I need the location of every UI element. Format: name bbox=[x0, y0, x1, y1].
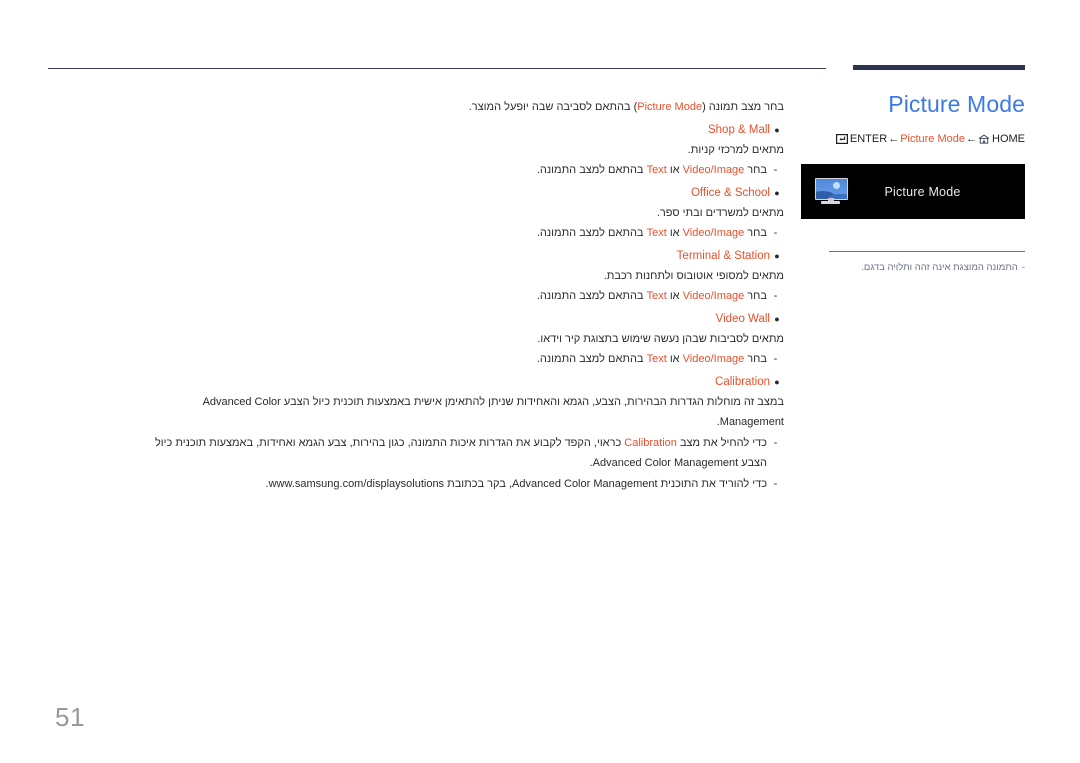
monitor-picture-icon bbox=[815, 178, 848, 205]
intro-after: ) בהתאם לסביבה שבה יופעל המוצר. bbox=[468, 101, 638, 113]
item-title: Office & School bbox=[690, 187, 770, 199]
sub-accent-video-image: Video/Image bbox=[682, 290, 745, 302]
item-subnote: בחר Video/Image או Text בהתאם למצב התמונ… bbox=[537, 160, 767, 180]
bullet-icon: ● bbox=[774, 125, 780, 135]
item-title: Video Wall bbox=[715, 313, 770, 325]
bullet-heading-row: ● Shop & Mall bbox=[148, 120, 784, 140]
sub-after: בהתאם למצב התמונה. bbox=[536, 353, 647, 365]
list-item: ● Shop & Mall מתאים למרכזי קניות. - בחר … bbox=[148, 120, 784, 180]
calibration-para-line1: במצב זה מוחלות הגדרות הבהירות, הצבע, הגמ… bbox=[283, 396, 784, 408]
main-content: בחר מצב תמונה (Picture Mode) בהתאם לסביב… bbox=[148, 97, 784, 494]
sub-after: בהתאם למצב התמונה. bbox=[536, 227, 647, 239]
navigation-path: ENTER←Picture Mode← HOME bbox=[829, 132, 1025, 148]
item-description: מתאים למשרדים ובתי ספר. bbox=[656, 207, 784, 219]
sub-accent-video-image: Video/Image bbox=[682, 353, 745, 365]
bullet-icon: ● bbox=[774, 251, 780, 261]
bullet-icon: ● bbox=[774, 377, 780, 387]
intro-accent-picture-mode: Picture Mode bbox=[637, 101, 703, 113]
cal-sub2-url[interactable]: www.samsung.com/displaysolutions. bbox=[266, 478, 445, 490]
calibration-subnote-1: כדי להחיל את מצב Calibration כראוי, הקפד… bbox=[148, 433, 767, 473]
sub-dash-icon: - bbox=[773, 227, 778, 239]
note-text: התמונה המוצגת אינה זהה ותלויה בדגם. bbox=[861, 262, 1018, 273]
list-item: ● Office & School מתאים למשרדים ובתי ספר… bbox=[148, 183, 784, 243]
intro-before: בחר מצב תמונה ( bbox=[702, 101, 784, 113]
calibration-paragraph: במצב זה מוחלות הגדרות הבהירות, הצבע, הגמ… bbox=[148, 392, 784, 432]
page-number: 51 bbox=[55, 702, 85, 732]
sub-dash-icon: - bbox=[773, 164, 778, 176]
sub-dash-icon: - bbox=[773, 353, 778, 365]
sub-before: בחר bbox=[744, 164, 767, 176]
sub-after: בהתאם למצב התמונה. bbox=[536, 164, 647, 176]
item-title: Calibration bbox=[715, 376, 770, 388]
note-divider bbox=[829, 251, 1025, 252]
nav-middle-label: Picture Mode bbox=[900, 133, 965, 145]
bullet-heading-row: ● Video Wall bbox=[148, 309, 784, 329]
page-title: Picture Mode bbox=[888, 91, 1025, 117]
note-dash: - bbox=[1021, 262, 1025, 273]
list-item-calibration: ● Calibration במצב זה מוחלות הגדרות הבהי… bbox=[148, 372, 784, 494]
list-item: ● Terminal & Station מתאים למסופי אוטובו… bbox=[148, 246, 784, 306]
item-subnote-row: - בחר Video/Image או Text בהתאם למצב התמ… bbox=[148, 223, 784, 243]
cal-sub1-b: כראוי, הקפד לקבוע את הגדרות איכות התמונה… bbox=[209, 437, 625, 449]
nav-arrow-2: ← bbox=[966, 133, 977, 145]
sub-accent-text: Text bbox=[646, 290, 667, 302]
item-subnote-row: - בחר Video/Image או Text בהתאם למצב התמ… bbox=[148, 349, 784, 369]
bullet-heading-row: ● Office & School bbox=[148, 183, 784, 203]
bullet-heading-row: ● Terminal & Station bbox=[148, 246, 784, 266]
item-description: מתאים למרכזי קניות. bbox=[687, 144, 784, 156]
intro-paragraph: בחר מצב תמונה (Picture Mode) בהתאם לסביב… bbox=[148, 97, 784, 117]
item-title: Terminal & Station bbox=[676, 250, 770, 262]
header-divider-line bbox=[48, 68, 826, 69]
item-subnote-row: - בחר Video/Image או Text בהתאם למצב התמ… bbox=[148, 160, 784, 180]
calibration-subnote-row-2: - כדי להוריד את התוכנית Advanced Color M… bbox=[148, 474, 784, 494]
cal-sub1-accent-calibration: Calibration bbox=[624, 437, 677, 449]
cal-sub1-a: כדי להחיל את מצב bbox=[676, 437, 767, 449]
bullet-icon: ● bbox=[774, 314, 780, 324]
cal-sub2-a: כדי להוריד את התוכנית bbox=[657, 478, 767, 490]
sub-before: בחר bbox=[744, 353, 767, 365]
sub-before: בחר bbox=[744, 227, 767, 239]
nav-arrow-1: ← bbox=[888, 133, 900, 145]
cal-sub2-b: Advanced Color Management bbox=[512, 478, 658, 490]
item-subnote-row: - בחר Video/Image או Text בהתאם למצב התמ… bbox=[148, 286, 784, 306]
sub-accent-video-image: Video/Image bbox=[682, 227, 745, 239]
item-subnote: בחר Video/Image או Text בהתאם למצב התמונ… bbox=[537, 349, 767, 369]
osd-preview-panel: Picture Mode bbox=[801, 164, 1025, 219]
bullet-icon: ● bbox=[774, 188, 780, 198]
sub-mid: או bbox=[666, 164, 683, 176]
home-icon bbox=[978, 134, 990, 148]
sub-mid: או bbox=[666, 353, 683, 365]
sub-dash-icon: - bbox=[773, 478, 778, 490]
sub-before: בחר bbox=[744, 290, 767, 302]
home-label: HOME bbox=[992, 133, 1025, 145]
sub-accent-text: Text bbox=[646, 353, 667, 365]
osd-menu-label: Picture Mode bbox=[884, 184, 961, 199]
sub-accent-text: Text bbox=[646, 164, 667, 176]
preview-note: -התמונה המוצגת אינה זהה ותלויה בדגם. bbox=[829, 261, 1025, 274]
sub-accent-video-image: Video/Image bbox=[682, 164, 745, 176]
calibration-subnote-row-1: - כדי להחיל את מצב Calibration כראוי, הק… bbox=[148, 433, 784, 473]
enter-label: ENTER bbox=[849, 133, 888, 145]
item-subnote: בחר Video/Image או Text בהתאם למצב התמונ… bbox=[537, 286, 767, 306]
sub-accent-text: Text bbox=[646, 227, 667, 239]
item-description: מתאים לסביבות שבהן נעשה שימוש בתצוגת קיר… bbox=[537, 333, 784, 345]
item-title: Shop & Mall bbox=[707, 124, 770, 136]
sub-mid: או bbox=[666, 290, 683, 302]
bullet-heading-row: ● Calibration bbox=[148, 372, 784, 392]
right-info-column: Picture Mode ENTER←Picture Mode← HOME Pi… bbox=[801, 90, 1025, 274]
header-accent-bar bbox=[853, 65, 1025, 70]
cal-sub2-c: , בקר בכתובת bbox=[444, 478, 513, 490]
item-description: מתאים למסופי אוטובוס ולתחנות רכבת. bbox=[603, 270, 784, 282]
item-subnote: בחר Video/Image או Text בהתאם למצב התמונ… bbox=[537, 223, 767, 243]
enter-icon bbox=[835, 134, 848, 148]
sub-dash-icon: - bbox=[773, 290, 778, 302]
calibration-subnote-2: כדי להוריד את התוכנית Advanced Color Man… bbox=[148, 474, 767, 494]
sub-dash-icon: - bbox=[773, 437, 778, 449]
sub-mid: או bbox=[666, 227, 683, 239]
sub-after: בהתאם למצב התמונה. bbox=[536, 290, 647, 302]
list-item: ● Video Wall מתאים לסביבות שבהן נעשה שימ… bbox=[148, 309, 784, 369]
